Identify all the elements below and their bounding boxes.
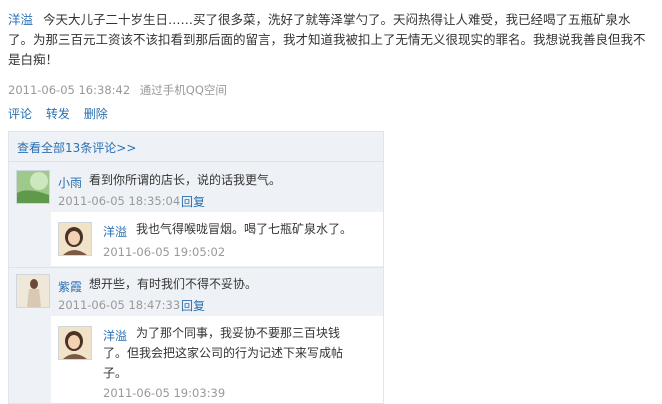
comment-author-zixia[interactable]: 紫霞 [58, 278, 82, 295]
reply-text-line: 子。 [103, 366, 128, 380]
post-body: 洋溢 今天大儿子二十岁生日……买了很多菜，洗好了就等泽掌勺了。天闷热得让人难受，… [8, 10, 654, 70]
post-timestamp: 2011-06-05 16:38:42 [8, 83, 131, 97]
post-meta: 2011-06-05 16:38:42 通过手机QQ空间 [8, 82, 227, 98]
post-actions: 评论 转发 删除 [8, 105, 118, 122]
avatar-yangyi[interactable] [58, 222, 92, 256]
post-text: 今天大儿子二十岁生日……买了很多菜，洗好了就等泽掌勺了。天闷热得让人难受，我已经… [8, 12, 646, 67]
reply-box: 洋溢 为了那个同事，我妥协不要那三百块钱 了。但我会把这家公司的行为记述下来写成… [51, 316, 383, 403]
reply-author-yangyi[interactable]: 洋溢 [103, 223, 127, 240]
avatar-xiaoyu[interactable] [16, 170, 50, 204]
comment-text: 看到你所谓的店长，说的话我更气。 [89, 173, 282, 187]
reply-timestamp: 2011-06-05 19:05:02 [103, 245, 226, 259]
divider [9, 161, 383, 162]
delete-button[interactable]: 删除 [84, 107, 108, 121]
comment-author-xiaoyu[interactable]: 小雨 [58, 174, 82, 191]
avatar-zixia[interactable] [16, 274, 50, 308]
reply-text: 我也气得喉咙冒烟。喝了七瓶矿泉水了。 [136, 222, 353, 236]
reply-box: 洋溢 我也气得喉咙冒烟。喝了七瓶矿泉水了。 2011-06-05 19:05:0… [51, 212, 383, 266]
comment-text: 想开些，有时我们不得不妥协。 [89, 277, 258, 291]
post-source: 通过手机QQ空间 [139, 83, 227, 97]
reply-text-line: 了。但我会把这家公司的行为记述下来写成帖 [103, 346, 344, 360]
reply-button[interactable]: 回复 [181, 297, 205, 314]
forward-button[interactable]: 转发 [46, 107, 70, 121]
comment-button[interactable]: 评论 [8, 107, 32, 121]
reply-timestamp: 2011-06-05 19:03:39 [103, 386, 226, 400]
post-author-link[interactable]: 洋溢 [8, 12, 33, 27]
divider [9, 267, 383, 268]
comment-timestamp: 2011-06-05 18:35:04 [58, 194, 181, 208]
reply-author-yangyi[interactable]: 洋溢 [103, 327, 127, 344]
comments-panel: 查看全部13条评论>> 小雨 看到你所谓的店长，说的话我更气。 2011-06-… [8, 131, 384, 404]
comment-timestamp: 2011-06-05 18:47:33 [58, 298, 181, 312]
see-all-comments-link[interactable]: 查看全部13条评论>> [17, 139, 136, 156]
avatar-yangyi[interactable] [58, 326, 92, 360]
reply-button[interactable]: 回复 [181, 193, 205, 210]
reply-text-line: 为了那个同事，我妥协不要那三百块钱 [136, 326, 341, 340]
